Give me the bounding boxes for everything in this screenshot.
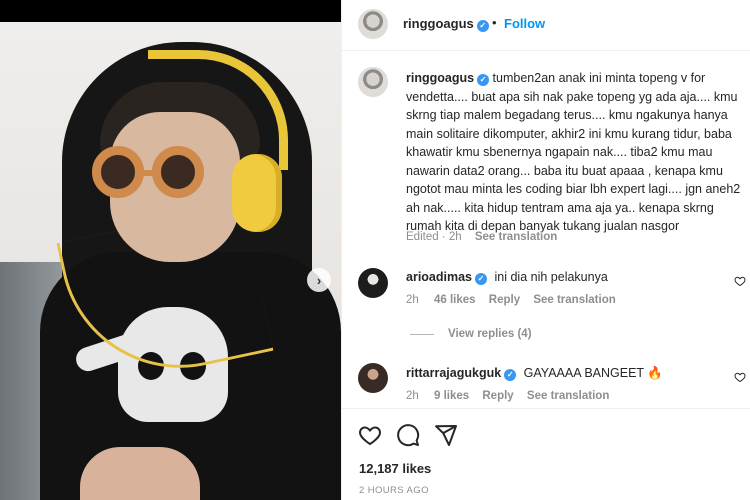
comment-username[interactable]: rittarrajagukguk bbox=[406, 366, 501, 380]
reply-button[interactable]: Reply bbox=[489, 294, 520, 306]
comment-likes[interactable]: 9 likes bbox=[434, 390, 469, 402]
verified-badge-icon: ✓ bbox=[477, 74, 490, 86]
avatar[interactable] bbox=[358, 9, 388, 39]
sunglasses-lens-left bbox=[92, 146, 144, 198]
caption-age-dot: · bbox=[438, 231, 449, 243]
send-icon[interactable] bbox=[434, 423, 458, 447]
heart-icon[interactable] bbox=[358, 423, 382, 447]
comment-text: ini dia nih pelakunya bbox=[494, 270, 608, 284]
separator-dot: • bbox=[492, 15, 497, 30]
avatar[interactable] bbox=[358, 363, 388, 393]
comment-age: 2h bbox=[406, 390, 419, 402]
comment-username[interactable]: arioadimas bbox=[406, 270, 472, 284]
heart-icon[interactable] bbox=[734, 275, 746, 287]
next-photo-button[interactable]: › bbox=[307, 268, 331, 292]
view-replies-button[interactable]: View replies (4) bbox=[448, 328, 532, 340]
see-translation-link[interactable]: See translation bbox=[527, 390, 609, 402]
replies-divider bbox=[410, 334, 434, 335]
author-name[interactable]: ringgoagus bbox=[403, 16, 474, 31]
see-translation-link[interactable]: See translation bbox=[533, 294, 615, 306]
post-sidebar: ringgoagus ✓ • Follow ringgoagus ✓ tumben2… bbox=[341, 0, 750, 500]
hand bbox=[80, 447, 200, 500]
comment-item: arioadimas ✓ ini dia nih pelakunya bbox=[406, 270, 608, 285]
comment-likes[interactable]: 46 likes bbox=[434, 294, 476, 306]
follow-button[interactable]: Follow bbox=[504, 16, 545, 31]
photo-frame bbox=[0, 22, 341, 500]
heart-icon[interactable] bbox=[734, 371, 746, 383]
avatar[interactable] bbox=[358, 268, 388, 298]
caption-author[interactable]: ringgoagus bbox=[406, 71, 474, 85]
caption-text: tumben2an anak ini minta topeng v for ve… bbox=[406, 71, 744, 233]
comment-age: 2h bbox=[406, 294, 419, 306]
post-caption: ringgoagus ✓ tumben2an anak ini minta top… bbox=[406, 69, 750, 236]
edited-label: Edited bbox=[406, 231, 439, 243]
post-header: ringgoagus ✓ • Follow bbox=[342, 0, 750, 51]
reply-button[interactable]: Reply bbox=[482, 390, 513, 402]
sunglasses-bridge bbox=[140, 170, 156, 176]
verified-badge-icon: ✓ bbox=[476, 20, 489, 32]
verified-badge-icon: ✓ bbox=[475, 273, 488, 285]
post-photo: › bbox=[0, 0, 341, 500]
comment-meta: 2h 9 likes Reply See translation bbox=[406, 390, 609, 402]
comment-text: GAYAAAA BANGEET 🔥 bbox=[523, 366, 663, 380]
chevron-right-icon: › bbox=[316, 272, 322, 288]
view-replies-label[interactable]: View replies (4) bbox=[448, 328, 532, 340]
comment-meta: 2h 46 likes Reply See translation bbox=[406, 294, 616, 306]
caption-meta: Edited · 2h See translation bbox=[406, 231, 557, 243]
likes-count[interactable]: 12,187 likes bbox=[359, 461, 431, 476]
post-timestamp: 2 HOURS AGO bbox=[359, 485, 429, 496]
see-translation-link[interactable]: See translation bbox=[475, 231, 557, 243]
avatar[interactable] bbox=[358, 67, 388, 97]
author-username[interactable]: ringgoagus ✓ bbox=[403, 16, 489, 32]
comment-icon[interactable] bbox=[396, 423, 420, 447]
caption-age: 2h bbox=[448, 231, 462, 243]
verified-badge-icon: ✓ bbox=[504, 369, 517, 381]
comment-item: rittarrajagukguk ✓ GAYAAAA BANGEET 🔥 bbox=[406, 366, 663, 381]
